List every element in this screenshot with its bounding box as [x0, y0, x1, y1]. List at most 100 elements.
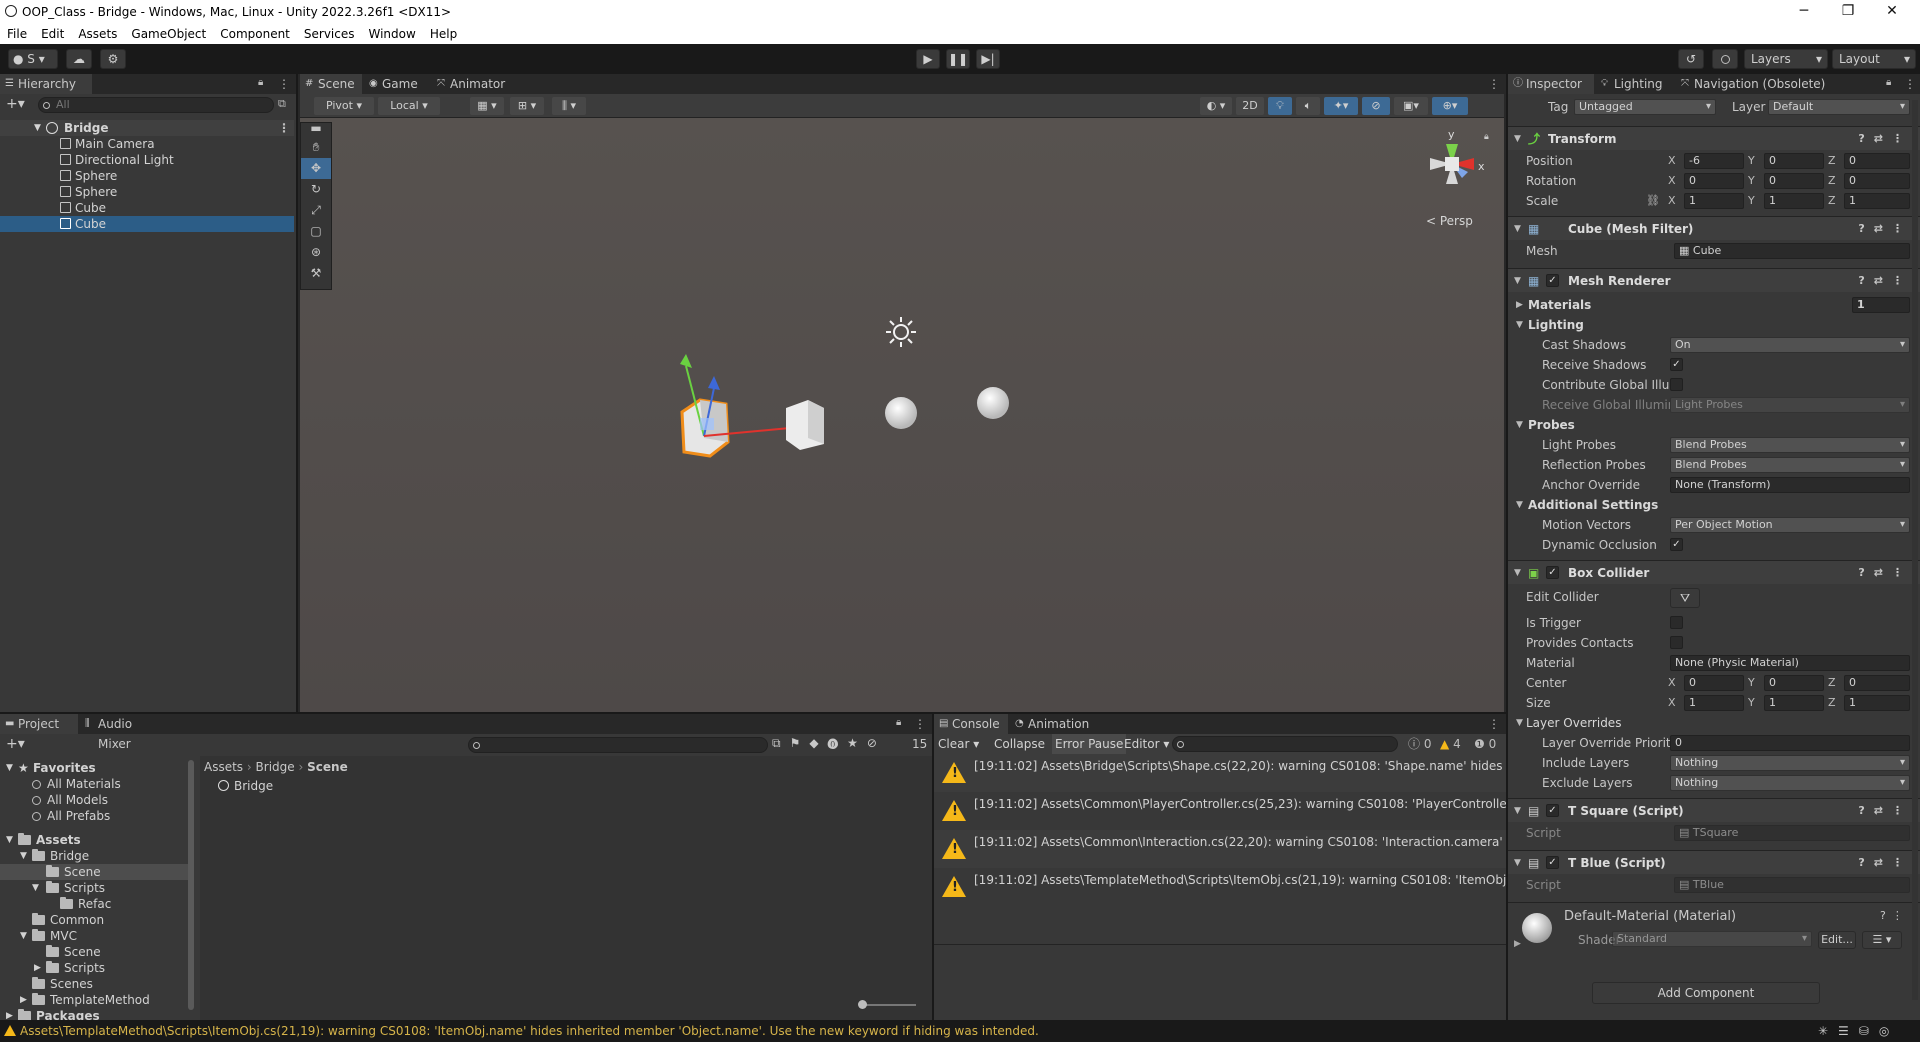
- project-menu-icon[interactable]: ⋮: [914, 717, 926, 731]
- menu-help[interactable]: Help: [423, 24, 464, 44]
- scale-tool-icon[interactable]: ⤢: [301, 200, 331, 221]
- menu-component[interactable]: Component: [213, 24, 297, 44]
- additional-settings-section[interactable]: ▼ Additional Settings: [1508, 496, 1920, 514]
- console-message[interactable]: [19:11:02] Assets\Common\Interaction.cs(…: [934, 830, 1506, 868]
- gizmo-z-arrow[interactable]: [708, 376, 720, 390]
- hierarchy-search-input[interactable]: All: [38, 97, 274, 113]
- component-header-icons[interactable]: ?⇄⋮: [1858, 217, 1912, 241]
- size-z-field[interactable]: 1: [1844, 695, 1910, 711]
- orientation-gizmo[interactable]: [1430, 144, 1474, 184]
- box-collider-header[interactable]: ▼ ▣ ✓ Box Collider ?⇄⋮: [1508, 560, 1920, 584]
- mesh-renderer-header[interactable]: ▼ ▦ ✓ Mesh Renderer ?⇄⋮: [1508, 268, 1920, 292]
- scene-asset-bridge[interactable]: Bridge: [218, 778, 273, 794]
- tsquare-enabled-checkbox[interactable]: ✓: [1546, 804, 1559, 817]
- gizmo-y-arrow[interactable]: [680, 354, 692, 368]
- projection-label[interactable]: < Persp: [1426, 214, 1473, 228]
- tab-audio-mixer[interactable]: ⫼ Audio Mixer: [80, 714, 176, 751]
- scale-x-field[interactable]: 1: [1684, 193, 1744, 209]
- probes-section[interactable]: ▼ Probes: [1508, 416, 1920, 434]
- tsquare-script-header[interactable]: ▼ ▤ ✓ T Square (Script) ?⇄⋮: [1508, 798, 1920, 822]
- tblue-script-header[interactable]: ▼ ▤ ✓ T Blue (Script) ?⇄⋮: [1508, 850, 1920, 874]
- layer-overrides-section[interactable]: ▼ Layer Overrides: [1508, 714, 1920, 732]
- component-header-icons[interactable]: ?⇄⋮: [1858, 851, 1912, 875]
- error-pause-button[interactable]: Error Pause: [1052, 734, 1127, 754]
- light-probes-dropdown[interactable]: Blend Probes: [1670, 437, 1910, 453]
- transform-tool-icon[interactable]: ⊛: [301, 242, 331, 263]
- sphere-object[interactable]: [885, 397, 917, 429]
- tab-animator[interactable]: ⤧ Animator: [432, 74, 512, 94]
- component-header-icons[interactable]: ?⇄⋮: [1858, 127, 1912, 151]
- effects-toggle-icon[interactable]: ✦▾: [1324, 97, 1358, 115]
- lock-icon[interactable]: 🔒︎: [258, 77, 263, 88]
- cube-object[interactable]: [786, 400, 824, 450]
- tag-dropdown[interactable]: Untagged: [1574, 99, 1716, 115]
- menu-edit[interactable]: Edit: [34, 24, 71, 44]
- clear-button[interactable]: Clear ▾: [938, 734, 979, 754]
- breadcrumb-bridge[interactable]: Bridge: [256, 760, 295, 774]
- receive-shadows-checkbox[interactable]: ✓: [1670, 358, 1683, 371]
- increment-snap-button[interactable]: ⫼ ▾: [552, 97, 586, 115]
- menu-file[interactable]: File: [0, 24, 34, 44]
- hidden-objects-icon[interactable]: ⊘: [1362, 97, 1390, 115]
- scene-menu-icon[interactable]: ⋮: [278, 121, 290, 135]
- anchor-override-field[interactable]: None (Transform): [1670, 477, 1910, 493]
- project-search-input[interactable]: [468, 737, 768, 753]
- center-y-field[interactable]: 0: [1764, 675, 1824, 691]
- rotation-y-field[interactable]: 0: [1764, 173, 1824, 189]
- collapse-button[interactable]: Collapse: [994, 734, 1045, 754]
- step-button[interactable]: ▶|: [976, 49, 1000, 69]
- materials-count-field[interactable]: 1: [1852, 297, 1910, 313]
- inspector-menu-icon[interactable]: ⋮: [1904, 77, 1916, 91]
- materials-section[interactable]: ▶ Materials 1: [1508, 296, 1920, 314]
- component-header-icons[interactable]: ?⇄⋮: [1858, 269, 1912, 293]
- contribute-gi-checkbox[interactable]: [1670, 378, 1683, 391]
- history-button[interactable]: ↺: [1678, 49, 1704, 69]
- lighting-toggle-icon[interactable]: 💡︎: [1268, 97, 1292, 115]
- position-z-field[interactable]: 0: [1844, 153, 1910, 169]
- component-header-icons[interactable]: ?⇄⋮: [1858, 561, 1912, 585]
- material-preview-icon[interactable]: [1522, 913, 1552, 943]
- tab-hierarchy[interactable]: ☰ Hierarchy: [0, 74, 92, 94]
- play-button[interactable]: ▶: [916, 49, 940, 69]
- hand-tool-icon[interactable]: ✋︎: [301, 137, 331, 158]
- tab-animation[interactable]: ◔ Animation: [1010, 714, 1100, 734]
- project-filter-icons[interactable]: ⧉⚑◆⓿★⊘: [772, 736, 886, 751]
- cast-shadows-dropdown[interactable]: On: [1670, 337, 1910, 353]
- material-fold-icon[interactable]: ▶: [1514, 939, 1521, 949]
- local-dropdown[interactable]: Local ▾: [378, 97, 440, 115]
- tab-inspector[interactable]: ⓘ Inspector: [1508, 74, 1594, 94]
- scale-z-field[interactable]: 1: [1844, 193, 1910, 209]
- mesh-filter-header[interactable]: ▼ ▦ Cube (Mesh Filter) ?⇄⋮: [1508, 216, 1920, 240]
- pause-button[interactable]: ❚❚: [946, 49, 970, 69]
- center-x-field[interactable]: 0: [1684, 675, 1744, 691]
- account-button[interactable]: ● S ▾: [8, 49, 58, 69]
- tool-handle[interactable]: ▬: [301, 122, 331, 137]
- dynamic-occlusion-checkbox[interactable]: ✓: [1670, 538, 1683, 551]
- rect-tool-icon[interactable]: ▢: [301, 221, 331, 242]
- edit-collider-button[interactable]: ⛛: [1670, 588, 1700, 608]
- tab-game[interactable]: ◉ Game: [364, 74, 430, 94]
- center-z-field[interactable]: 0: [1844, 675, 1910, 691]
- close-button[interactable]: ✕: [1870, 1, 1914, 23]
- breadcrumb-scene[interactable]: Scene: [307, 760, 348, 774]
- pivot-dropdown[interactable]: Pivot ▾: [314, 97, 374, 115]
- link-icon[interactable]: ⛓︎: [1646, 192, 1660, 210]
- add-asset-icon[interactable]: +▾: [6, 736, 25, 752]
- console-detail-splitter[interactable]: [934, 944, 1506, 945]
- provides-contacts-checkbox[interactable]: [1670, 636, 1683, 649]
- collab-button[interactable]: ⚙: [100, 49, 126, 69]
- console-menu-icon[interactable]: ⋮: [1488, 717, 1500, 731]
- project-tree-scrollbar[interactable]: [188, 760, 194, 1010]
- lock-icon[interactable]: 🔒︎: [1886, 77, 1891, 88]
- menu-assets[interactable]: Assets: [71, 24, 124, 44]
- scale-y-field[interactable]: 1: [1764, 193, 1824, 209]
- gizmos-dropdown[interactable]: ⊕▾: [1432, 97, 1468, 115]
- camera-settings-icon[interactable]: ▣▾: [1394, 97, 1428, 115]
- include-layers-dropdown[interactable]: Nothing: [1670, 755, 1910, 771]
- warning-count-badge[interactable]: ▲ 4: [1440, 734, 1461, 754]
- collider-material-field[interactable]: None (Physic Material): [1670, 655, 1910, 671]
- draw-mode-dropdown[interactable]: ◐ ▾: [1200, 97, 1232, 115]
- maximize-button[interactable]: ❐: [1826, 1, 1870, 23]
- favorite-all-materials[interactable]: All Materials: [32, 776, 121, 792]
- motion-vectors-dropdown[interactable]: Per Object Motion: [1670, 517, 1910, 533]
